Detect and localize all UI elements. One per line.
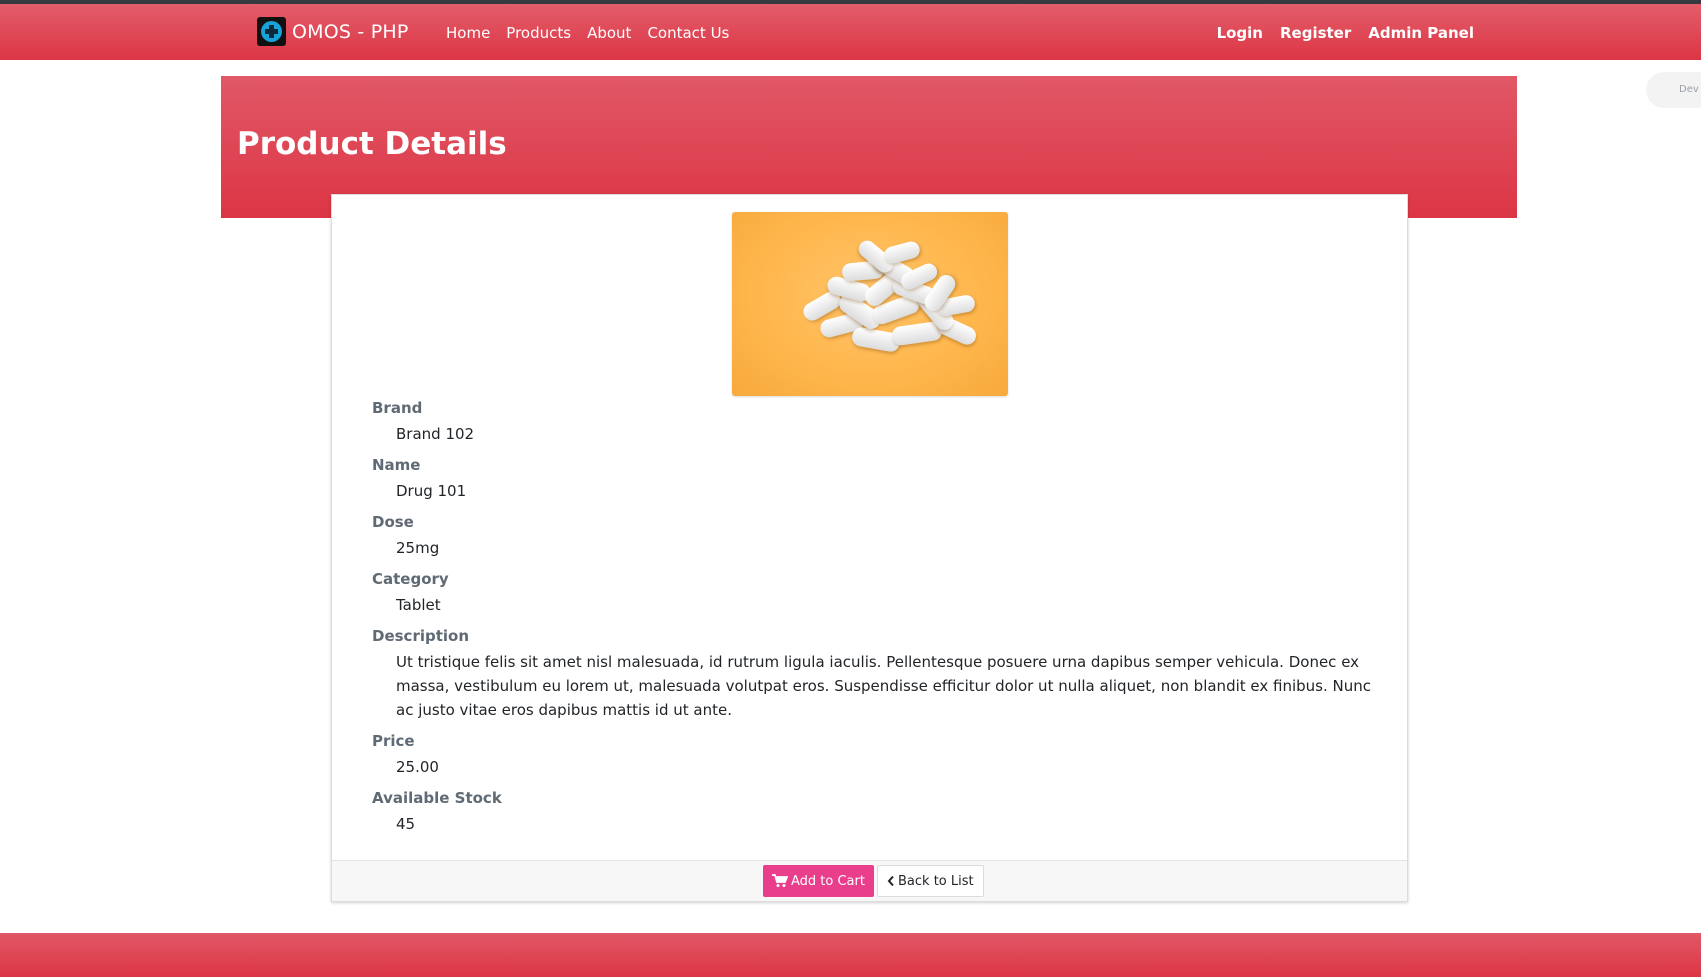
back-to-list-label: Back to List [898, 873, 974, 889]
nav-products-link[interactable]: Products [506, 24, 571, 42]
login-link[interactable]: Login [1217, 24, 1263, 42]
nav-links: Home Products About Contact Us [446, 24, 729, 42]
register-link[interactable]: Register [1280, 24, 1351, 42]
page-title: Product Details [237, 126, 507, 162]
footer [0, 933, 1701, 977]
add-to-cart-button[interactable]: Add to Cart [763, 865, 874, 897]
product-card: Brand Brand 102 Name Drug 101 Dose 25mg … [331, 194, 1408, 902]
add-to-cart-label: Add to Cart [791, 873, 865, 889]
medical-cross-logo-icon [257, 17, 286, 46]
stock-label: Available Stock [372, 789, 502, 807]
cart-icon [772, 874, 788, 887]
card-footer: Add to Cart Back to List [332, 860, 1407, 901]
nav-about-link[interactable]: About [587, 24, 631, 42]
price-value: 25.00 [396, 758, 439, 776]
admin-panel-link[interactable]: Admin Panel [1368, 24, 1474, 42]
brand-value: Brand 102 [396, 425, 475, 443]
description-value: Ut tristique felis sit amet nisl malesua… [396, 653, 1371, 719]
nav-auth-links: Login Register Admin Panel [1217, 24, 1474, 42]
brand-name[interactable]: OMOS - PHP [292, 21, 409, 43]
nav-contact-link[interactable]: Contact Us [647, 24, 729, 42]
product-image [732, 212, 1008, 396]
description-label: Description [372, 627, 470, 645]
dose-value: 25mg [396, 539, 440, 557]
back-to-list-button[interactable]: Back to List [877, 865, 984, 897]
stock-value: 45 [396, 815, 416, 833]
product-details: Brand Brand 102 Name Drug 101 Dose 25mg … [372, 399, 1372, 836]
navbar: OMOS - PHP Home Products About Contact U… [0, 4, 1701, 60]
category-value: Tablet [396, 596, 441, 614]
nav-home-link[interactable]: Home [446, 24, 490, 42]
chevron-left-icon [887, 875, 894, 887]
name-value: Drug 101 [396, 482, 467, 500]
category-label: Category [372, 570, 449, 588]
dose-label: Dose [372, 513, 414, 531]
price-label: Price [372, 732, 415, 750]
brand-label: Brand [372, 399, 423, 417]
brand[interactable]: OMOS - PHP [257, 17, 409, 46]
dev-toggle[interactable]: Dev [1646, 72, 1701, 108]
name-label: Name [372, 456, 421, 474]
